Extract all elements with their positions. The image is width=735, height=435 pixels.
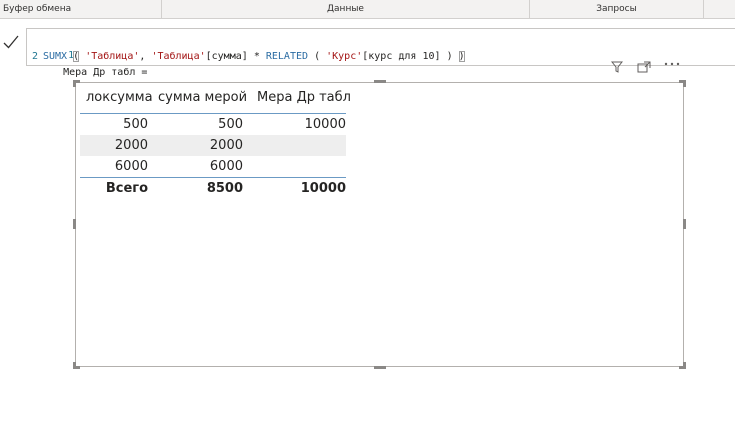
more-options-button[interactable] xyxy=(664,58,680,75)
related-field: [курс для 10] xyxy=(362,51,441,62)
ribbon-group-clipboard: Буфер обмена xyxy=(0,0,162,18)
resize-handle-bottom-right[interactable] xyxy=(679,362,686,369)
ribbon-group-labels: Буфер обмена Данные Запросы xyxy=(0,0,735,19)
table-row: 2000 2000 xyxy=(80,135,346,156)
table-cell: 2000 xyxy=(209,138,243,153)
resize-handle-bottom-left[interactable] xyxy=(73,362,80,369)
dax-column-table: 'Таблица' xyxy=(151,51,206,62)
more-options-icon xyxy=(664,62,680,66)
table-row: 6000 6000 xyxy=(80,156,346,177)
commit-button[interactable] xyxy=(0,29,22,55)
table-row: 500 500 10000 xyxy=(80,114,346,135)
table-cell: 6000 xyxy=(209,159,243,174)
focus-mode-button[interactable] xyxy=(637,61,651,78)
table-cell: 10000 xyxy=(304,117,346,132)
formula-line-2: 2 SUMX ( 'Таблица', 'Таблица'[сумма] * RE… xyxy=(27,48,465,65)
column-header[interactable]: сумма мерой xyxy=(158,88,248,113)
table-cell: 2000 xyxy=(114,138,148,153)
total-cell: 8500 xyxy=(206,181,243,196)
column-header[interactable]: Мера Др табл xyxy=(257,88,351,113)
dax-operator: * xyxy=(253,51,260,62)
table-cell: 500 xyxy=(123,117,148,132)
focus-mode-icon xyxy=(637,61,651,73)
resize-handle-left[interactable] xyxy=(73,219,76,229)
table-total-row: Всего 8500 10000 xyxy=(80,177,346,199)
dax-column-field: [сумма] xyxy=(205,51,248,62)
filter-icon xyxy=(610,61,624,73)
resize-handle-bottom[interactable] xyxy=(374,366,386,369)
column-header[interactable]: локсумма xyxy=(86,88,156,113)
related-paren-close: ) xyxy=(446,51,453,62)
paren-open: ( xyxy=(73,51,80,62)
related-paren-open: ( xyxy=(314,51,321,62)
ribbon-group-data: Данные xyxy=(162,0,530,18)
table-cell xyxy=(243,135,346,156)
filter-button[interactable] xyxy=(610,61,624,78)
total-cell: 10000 xyxy=(300,181,346,196)
dax-table-reference: 'Таблица' xyxy=(85,51,140,62)
resize-handle-top[interactable] xyxy=(374,80,386,83)
ribbon-group-queries: Запросы xyxy=(530,0,704,18)
checkmark-icon xyxy=(3,35,19,49)
dax-comma: , xyxy=(139,51,146,62)
total-label: Всего xyxy=(105,181,148,196)
measure-definition: Мера Др табл = xyxy=(63,67,148,78)
table-cell xyxy=(243,156,346,177)
data-table: локсумма сумма мерой Мера Др табл 500 50… xyxy=(80,88,351,199)
dax-function-sumx: SUMX xyxy=(43,51,68,62)
line-number: 2 xyxy=(31,51,39,62)
paren-close: ) xyxy=(458,51,465,62)
table-header-row: локсумма сумма мерой Мера Др табл xyxy=(80,88,351,114)
resize-handle-top-left[interactable] xyxy=(73,80,80,87)
related-table-reference: 'Курс' xyxy=(326,51,363,62)
table-cell: 500 xyxy=(218,117,243,132)
resize-handle-right[interactable] xyxy=(683,219,686,229)
visual-header xyxy=(608,61,683,75)
resize-handle-top-right[interactable] xyxy=(679,80,686,87)
dax-function-related: RELATED xyxy=(265,51,309,62)
table-cell: 6000 xyxy=(114,159,148,174)
